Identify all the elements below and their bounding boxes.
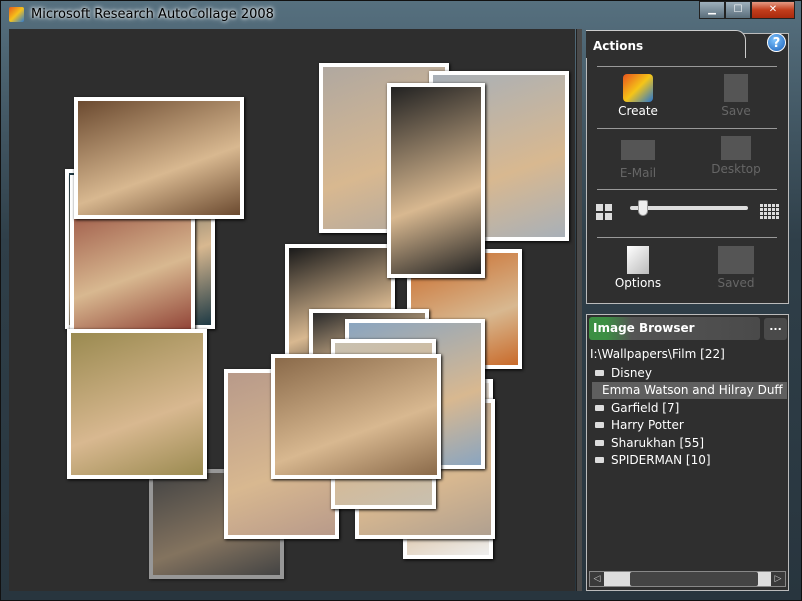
divider [597, 237, 777, 238]
folder-icon [595, 369, 604, 376]
app-icon [9, 7, 24, 22]
horizontal-scrollbar[interactable]: ◁ ▷ [589, 571, 786, 587]
collage-photo [271, 354, 441, 479]
root-folder[interactable]: I:\Wallpapers\Film [22] [590, 347, 725, 361]
options-button[interactable]: Options [593, 246, 683, 290]
panel-splitter[interactable] [576, 29, 582, 591]
collage-photo [67, 329, 207, 479]
collage-canvas [9, 29, 575, 591]
folder-item[interactable]: Sharukhan [55] [592, 434, 787, 452]
maximize-button[interactable]: ☐ [725, 1, 751, 19]
folder-label: SPIDERMAN [10] [611, 453, 711, 468]
folder-label: Emma Watson and Hilray Duff [9 [602, 383, 787, 398]
divider [597, 128, 777, 129]
more-images-icon [760, 204, 779, 219]
envelope-icon [621, 140, 655, 160]
actions-panel: Actions ? Create Save E-Mail Desktop Opt… [586, 30, 789, 304]
divider [597, 66, 777, 67]
slider-thumb[interactable] [638, 200, 648, 216]
desktop-button[interactable]: Desktop [691, 136, 781, 176]
folder-item[interactable]: Harry Potter [592, 417, 787, 435]
create-icon [623, 74, 653, 102]
folder-item[interactable]: Garfield [7] [592, 399, 787, 417]
close-button[interactable]: ✕ [751, 1, 795, 19]
folder-item[interactable]: Disney [592, 364, 787, 382]
fewer-images-icon [596, 204, 612, 220]
collage-photo [387, 83, 485, 278]
app-window: Microsoft Research AutoCollage 2008 ▁ ☐ … [0, 0, 802, 601]
minimize-button[interactable]: ▁ [699, 1, 725, 19]
scroll-left-button[interactable]: ◁ [590, 572, 604, 586]
browse-folder-button[interactable]: ... [764, 318, 787, 340]
title-bar: Microsoft Research AutoCollage 2008 ▁ ☐ … [1, 1, 801, 27]
email-button[interactable]: E-Mail [593, 136, 683, 180]
save-label: Save [721, 104, 751, 118]
folder-icon [595, 404, 604, 411]
options-label: Options [614, 276, 662, 290]
save-icon [724, 74, 748, 102]
folder-icon [595, 422, 604, 429]
collage-photo [74, 97, 244, 219]
create-button[interactable]: Create [593, 74, 683, 118]
folder-label: Harry Potter [611, 418, 684, 433]
folder-tree: Disney Emma Watson and Hilray Duff [9 Garf… [592, 364, 787, 469]
help-icon[interactable]: ? [767, 33, 786, 52]
scroll-right-button[interactable]: ▷ [771, 572, 785, 586]
folder-item[interactable]: SPIDERMAN [10] [592, 452, 787, 470]
create-label: Create [618, 104, 658, 118]
image-count-slider[interactable] [630, 200, 748, 216]
saved-button[interactable]: Saved [691, 246, 781, 290]
save-button[interactable]: Save [691, 74, 781, 118]
folder-label: Sharukhan [55] [611, 435, 705, 450]
folder-item[interactable]: Emma Watson and Hilray Duff [9 [592, 381, 787, 399]
monitor-icon [721, 136, 751, 160]
folder-icon [595, 457, 604, 464]
scroll-thumb[interactable] [630, 572, 758, 586]
folder-icon [595, 439, 604, 446]
image-browser-panel: Image Browser ... I:\Wallpapers\Film [22… [586, 314, 789, 591]
actions-title: Actions [586, 30, 746, 58]
folder-icon [718, 246, 754, 274]
divider [597, 189, 777, 190]
desktop-label: Desktop [711, 162, 761, 176]
folder-label: Garfield [7] [611, 400, 680, 415]
window-title: Microsoft Research AutoCollage 2008 [31, 7, 274, 22]
folder-label: Disney [611, 365, 652, 380]
email-label: E-Mail [619, 166, 657, 180]
options-icon [627, 246, 649, 274]
image-browser-title: Image Browser [589, 317, 760, 340]
saved-label: Saved [717, 276, 755, 290]
